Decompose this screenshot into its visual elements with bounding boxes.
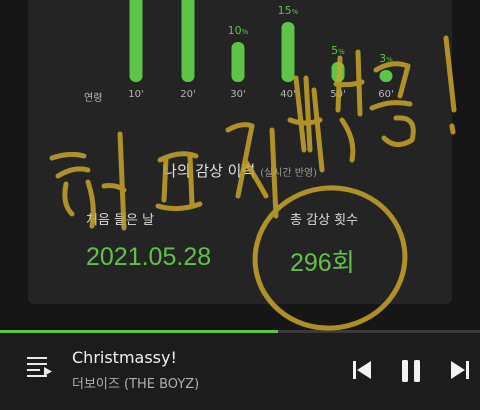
bar-2 xyxy=(231,42,245,82)
pause-icon[interactable] xyxy=(400,360,422,382)
app-screen: 연령 10' 20' 30' 40' 50' 60' 10% 15% 5% 3% 나의 감상 이… xyxy=(0,0,480,410)
bar-value-label-3: 15% xyxy=(277,4,299,17)
playlist-icon[interactable] xyxy=(27,356,53,378)
total-plays-value: 296회 xyxy=(290,249,355,277)
track-artist[interactable]: 더보이즈 (THE BOYZ) xyxy=(72,373,199,392)
tick-label-3: 40' xyxy=(280,89,296,100)
bar-value-label-2: 10% xyxy=(227,24,249,37)
bar-0 xyxy=(129,0,143,82)
tick-label-2: 30' xyxy=(230,89,246,100)
history-subtitle: (실시간 반영) xyxy=(260,168,318,179)
bar-3 xyxy=(281,22,295,82)
previous-track-icon[interactable] xyxy=(352,360,372,380)
first-listen-value: 2021.05.28 xyxy=(86,243,212,271)
tick-label-4: 50' xyxy=(330,89,346,100)
bar-5 xyxy=(379,70,393,82)
next-track-icon[interactable] xyxy=(450,360,470,380)
first-listen-label: 처음 들은 날 xyxy=(86,213,155,228)
tick-label-0: 10' xyxy=(128,89,144,100)
mini-player: Christmassy! 더보이즈 (THE BOYZ) xyxy=(0,333,480,410)
bar-4 xyxy=(331,62,345,82)
bar-value-label-4: 5% xyxy=(331,44,345,57)
bar-1 xyxy=(181,0,195,82)
track-title[interactable]: Christmassy! xyxy=(72,348,177,367)
x-axis-title: 연령 xyxy=(84,93,103,104)
total-plays-label: 총 감상 횟수 xyxy=(290,213,359,228)
tick-label-5: 60' xyxy=(378,89,394,100)
history-title: 나의 감상 이력 (실시간 반영) xyxy=(0,160,480,181)
history-title-text: 나의 감상 이력 xyxy=(162,162,256,180)
bar-value-label-5: 3% xyxy=(379,52,393,65)
tick-label-1: 20' xyxy=(180,89,196,100)
